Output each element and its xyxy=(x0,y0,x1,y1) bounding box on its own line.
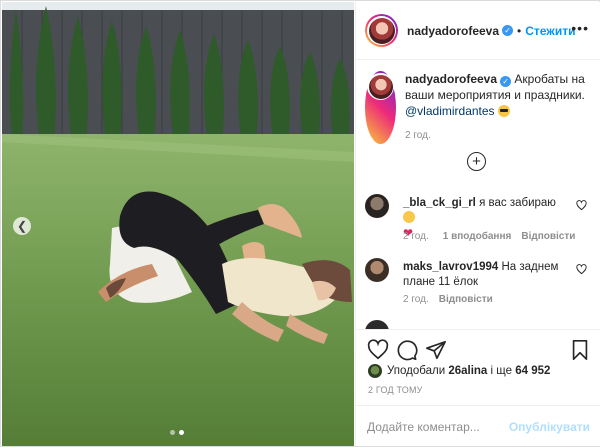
add-comment-bar: Опублікувати xyxy=(356,405,600,446)
send-icon[interactable] xyxy=(425,339,447,361)
comment-username[interactable]: _bla_ck_gi_rl xyxy=(403,197,476,209)
likes-middle: і ще xyxy=(490,365,513,377)
comment-time: 2 год. xyxy=(403,231,429,242)
more-options-icon[interactable]: ••• xyxy=(571,21,589,35)
comment-reply-button[interactable]: Відповісти xyxy=(521,231,575,242)
post-header: nadyadorofeeva ✓ • Стежити ••• xyxy=(356,2,600,60)
comment-like-icon[interactable] xyxy=(576,264,587,275)
carousel-dot-active xyxy=(179,430,184,435)
post-caption: nadyadorofeeva ✓ Акробаты на ваши меропри… xyxy=(365,71,595,144)
comment-meta: 2 год. 1 вподобання Відповісти xyxy=(403,231,575,242)
photo-scene xyxy=(2,2,354,446)
carousel-dots xyxy=(170,430,184,435)
post-photo[interactable]: ❮ xyxy=(2,2,354,446)
separator-dot: • xyxy=(517,23,522,38)
comment-like-icon[interactable] xyxy=(576,200,587,211)
comment-likes[interactable]: 1 вподобання xyxy=(443,231,512,242)
comment-text: я вас забираю xyxy=(479,197,556,209)
comment-item: _bla_ck_gi_rl я вас забираю ❤ 2 год. 1 вп… xyxy=(365,194,595,246)
publish-button[interactable]: Опублікувати xyxy=(509,420,590,434)
avatar[interactable] xyxy=(365,258,389,282)
caption-username[interactable]: nadyadorofeeva xyxy=(405,72,497,86)
likes-count[interactable]: 64 952 xyxy=(515,365,550,377)
comment-icon[interactable] xyxy=(396,339,418,361)
author-avatar-ring[interactable] xyxy=(365,14,398,47)
avatar xyxy=(368,17,395,44)
laughing-emoji-icon xyxy=(403,211,415,223)
plus-circle-icon: + xyxy=(472,153,481,170)
likes-summary: Уподобали 26alina і ще 64 952 xyxy=(368,364,550,378)
verified-badge-icon: ✓ xyxy=(500,76,512,87)
post-actions-bar xyxy=(356,329,600,369)
carousel-dot xyxy=(170,430,175,435)
author-username[interactable]: nadyadorofeeva xyxy=(407,24,499,38)
comment-username[interactable]: maks_lavrov1994 xyxy=(403,261,498,273)
chevron-left-icon: ❮ xyxy=(16,219,28,233)
post-modal: ❮ nadyadorofeeva ✓ • Стежити ••• nadyado… xyxy=(0,0,600,447)
comment-item-partial xyxy=(365,320,389,329)
post-side-panel: nadyadorofeeva ✓ • Стежити ••• nadyadoro… xyxy=(355,2,600,446)
comment-input[interactable] xyxy=(367,419,517,435)
caption-mention-link[interactable]: @vladimirdantes xyxy=(405,104,495,118)
comment-item: maks_lavrov1994 На заднем плане 11 ёлок … xyxy=(365,258,595,310)
avatar xyxy=(368,74,393,99)
carousel-prev-button[interactable]: ❮ xyxy=(13,217,31,235)
verified-badge-icon: ✓ xyxy=(502,25,514,36)
bookmark-icon[interactable] xyxy=(569,339,591,361)
comment-time: 2 год. xyxy=(403,294,429,305)
sunglasses-emoji-icon xyxy=(497,105,510,117)
post-timestamp: 2 ГОД ТОМУ xyxy=(368,385,423,395)
avatar[interactable] xyxy=(365,194,389,218)
heart-icon[interactable] xyxy=(367,339,389,361)
likes-prefix: Уподобали xyxy=(387,365,446,377)
load-more-comments-button[interactable]: + xyxy=(467,152,486,171)
comment-reply-button[interactable]: Відповісти xyxy=(439,294,493,305)
likes-user[interactable]: 26alina xyxy=(448,365,487,377)
comment-meta: 2 год. Відповісти xyxy=(403,294,493,305)
follow-button[interactable]: Стежити xyxy=(525,24,575,38)
comment-body: maks_lavrov1994 На заднем плане 11 ёлок xyxy=(403,260,563,290)
caption-time: 2 год. xyxy=(405,130,431,141)
caption-avatar-ring[interactable] xyxy=(365,71,396,144)
caption-text-block: nadyadorofeeva ✓ Акробаты на ваши меропри… xyxy=(405,71,590,144)
avatar[interactable] xyxy=(368,364,382,378)
avatar[interactable] xyxy=(365,320,389,329)
